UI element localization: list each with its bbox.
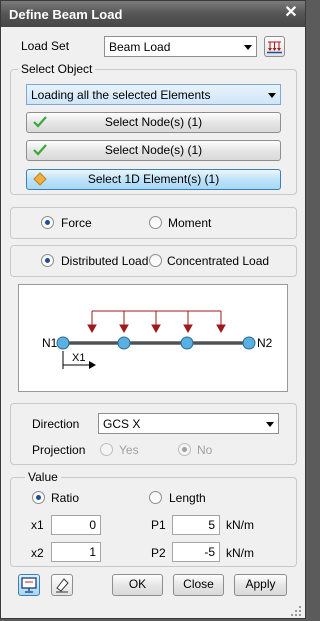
projection-yes-radio[interactable] [100,443,113,456]
direction-dropdown[interactable]: GCS X [98,413,279,434]
eraser-button[interactable] [51,574,73,596]
select-mode-dropdown[interactable]: Loading all the selected Elements [26,84,281,105]
p1-unit: kN/m [226,518,254,532]
force-radio[interactable] [41,216,54,229]
title-bar[interactable]: Define Beam Load ✕ [1,1,305,27]
resize-grip-icon[interactable] [289,604,303,618]
load-arrows-icon [267,41,282,54]
select-1d-elements-button[interactable]: Select 1D Element(s) (1) [26,169,281,190]
eraser-icon [56,578,69,593]
select-object-label: Select Object [18,62,96,76]
load-set-dropdown[interactable]: Beam Load [104,36,257,57]
load-set-manager-button[interactable] [264,36,285,57]
load-preview: N1 N2 X1 [18,284,288,392]
force-label: Force [61,216,92,230]
chevron-down-icon [268,93,276,98]
display-toggle-button[interactable] [18,574,40,596]
beam-load-diagram [56,310,256,369]
projection-yes-label: Yes [119,443,139,457]
diamond-icon [33,172,47,192]
x1-input[interactable]: 0 [51,515,101,535]
ok-button[interactable]: OK [112,574,163,596]
x2-input[interactable]: 1 [51,542,101,562]
direction-label: Direction [32,417,80,431]
check-icon [33,143,47,163]
apply-label: Apply [245,577,276,591]
x1-label: x1 [31,518,44,532]
close-button[interactable]: Close [173,574,224,596]
node-n1-label: N1 [42,336,58,350]
ok-label: OK [128,577,147,591]
p1-input[interactable]: 5 [172,515,220,535]
projection-no-label: No [197,443,213,457]
select-nodes-button-2[interactable]: Select Node(s) (1) [26,140,281,161]
projection-label: Projection [32,443,86,457]
check-icon [33,115,47,135]
close-label: Close [183,577,214,591]
value-group-label: Value [25,470,61,484]
chevron-down-icon [266,422,274,427]
chevron-down-icon [244,45,252,50]
moment-radio[interactable] [149,216,162,229]
select-nodes-button-1[interactable]: Select Node(s) (1) [26,112,281,133]
concentrated-load-radio[interactable] [149,254,162,267]
length-label: Length [169,491,206,505]
monitor-icon [21,577,37,593]
select-mode-value: Loading all the selected Elements [31,88,211,102]
projection-no-radio[interactable] [178,443,191,456]
distributed-load-radio[interactable] [41,254,54,267]
concentrated-load-label: Concentrated Load [167,254,270,268]
load-set-value: Beam Load [109,40,171,54]
direction-value: GCS X [103,417,141,431]
ratio-label: Ratio [51,491,80,505]
p2-label: P2 [151,546,166,560]
p1-label: P1 [151,518,166,532]
node-n2-label: N2 [257,336,273,350]
load-set-label: Load Set [21,39,70,53]
close-icon[interactable]: ✕ [281,3,301,23]
apply-button[interactable]: Apply [234,574,287,596]
distributed-load-label: Distributed Load [61,254,149,268]
define-beam-load-dialog: Define Beam Load ✕ Load Set Beam Load Se… [0,0,306,619]
window-title: Define Beam Load [9,7,123,22]
x1-dimension-label: X1 [72,352,86,364]
select-nodes-label: Select Node(s) (1) [104,143,203,157]
select-nodes-label: Select Node(s) (1) [104,115,203,129]
p2-unit: kN/m [226,546,254,560]
length-radio[interactable] [149,491,162,504]
x2-label: x2 [31,546,44,560]
moment-label: Moment [168,216,212,230]
ratio-radio[interactable] [32,491,45,504]
select-1d-elements-label: Select 1D Element(s) (1) [87,172,220,186]
p2-input[interactable]: -5 [172,542,220,562]
